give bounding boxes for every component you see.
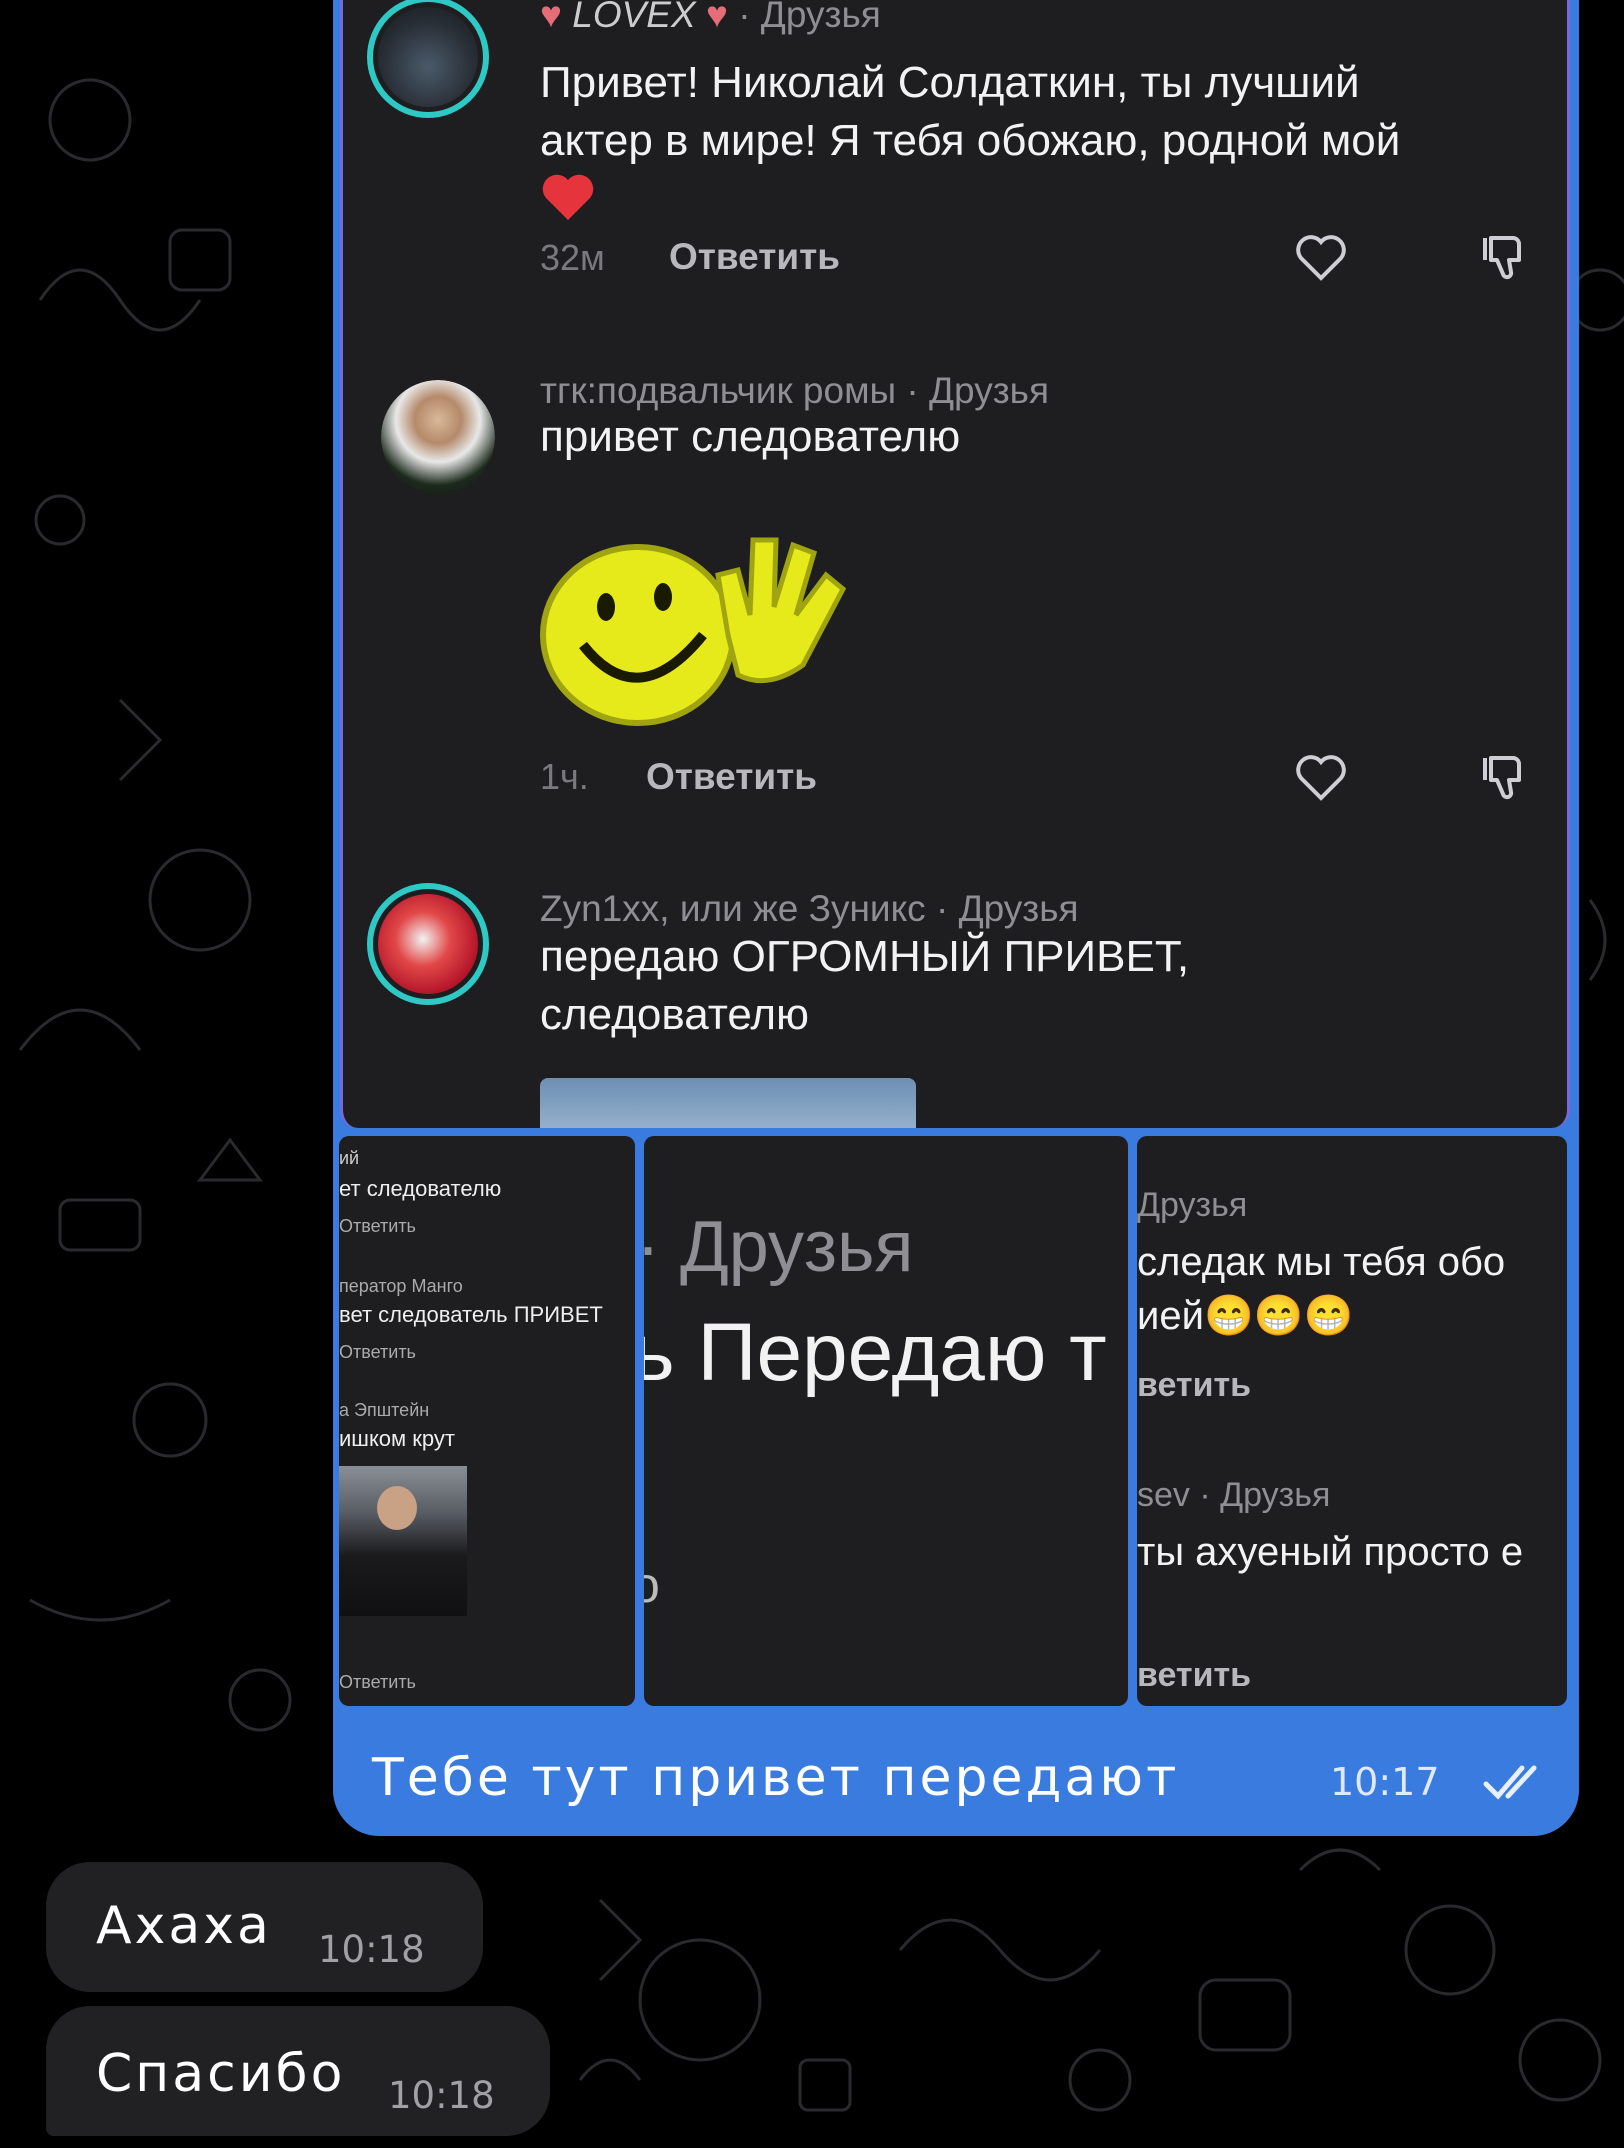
comment-text: передаю ОГРОМНЫЙ ПРИВЕТ, следователю <box>540 932 1190 1039</box>
comment-text: привет следователю <box>540 412 961 461</box>
heart-emoji <box>540 172 1400 237</box>
waving-smiley-sticker <box>540 537 847 726</box>
comment-author: ♥ LOVEX ♥ · Друзья <box>540 0 881 36</box>
avatar <box>381 380 495 494</box>
comment-image-preview <box>540 1078 916 1128</box>
message-time: 10:17 <box>1330 1760 1440 1804</box>
reply-button: Ответить <box>669 236 840 277</box>
thumbs-down-icon <box>1483 236 1521 280</box>
comment-time: 32м <box>540 237 605 278</box>
comments-screenshot-thumb: ий ет следователю Ответить ператор Манго… <box>339 1136 635 1706</box>
comment-author: Zyn1xx, или же Зуникс · Друзья <box>540 888 1079 929</box>
comments-screenshot: ♥ LOVEX ♥ · Друзья Привет! Николай Солда… <box>340 0 1570 1128</box>
comment-time: 1ч. <box>540 756 589 797</box>
comment-text: Привет! Николай Солдаткин, ты лучший акт… <box>540 54 1400 237</box>
heart-outline-icon <box>1296 235 1346 281</box>
message-time: 10:18 <box>318 1928 425 1971</box>
message-time: 10:18 <box>388 2074 495 2117</box>
thumbs-down-icon <box>1483 756 1521 800</box>
comments-screenshot-thumb: · Друзья ь Передаю т о <box>644 1136 1128 1706</box>
grin-emoji: 😁😁😁 <box>1203 1294 1354 1338</box>
comments-screenshot-thumb: Друзья следак мы тебя обо ией😁😁😁 ветить … <box>1137 1136 1567 1706</box>
author-suffix: · Друзья <box>738 0 881 35</box>
message-caption: Тебе тут привет передают <box>372 1748 1180 1808</box>
avatar <box>367 0 489 118</box>
reply-button: Ответить <box>646 756 817 797</box>
profile-photo <box>339 1466 467 1616</box>
heart-outline-icon <box>1296 755 1346 801</box>
double-check-icon <box>1483 1765 1537 1800</box>
comment-author: тгк:подвальчик ромы · Друзья <box>540 370 1049 411</box>
avatar <box>367 883 489 1005</box>
message-text: Спасибо <box>96 2044 346 2104</box>
author-tag: LOVEX <box>572 0 696 35</box>
message-text: Ахаха <box>96 1896 272 1956</box>
